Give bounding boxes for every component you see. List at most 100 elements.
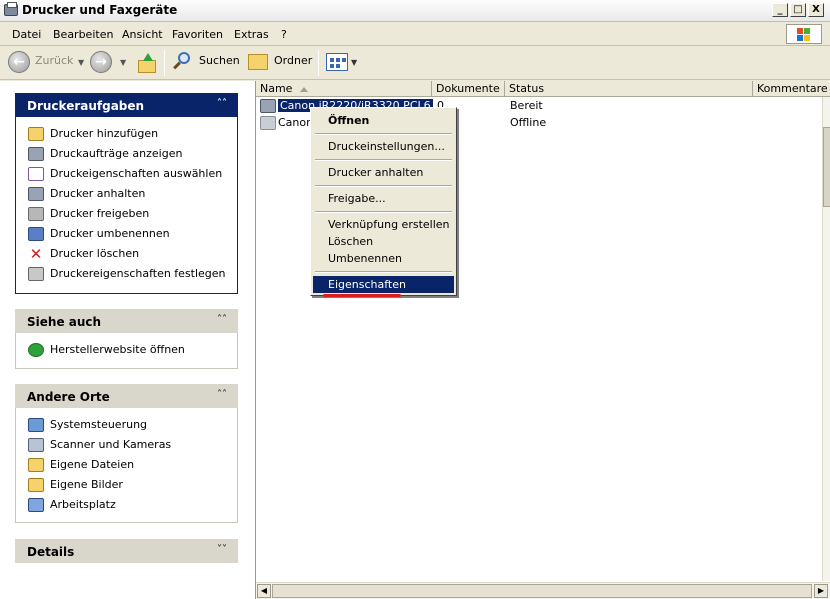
forward-dropdown-icon[interactable]: ▼ <box>120 58 126 67</box>
details-header[interactable]: Details ˅˅ <box>15 539 238 563</box>
place-control-panel[interactable]: Systemsteuerung <box>28 416 147 434</box>
printer-row[interactable]: Canon <box>260 115 313 131</box>
printer-status: Bereit <box>510 99 543 112</box>
menu-ansicht[interactable]: Ansicht <box>122 28 163 41</box>
other-places-header[interactable]: Andere Orte ˄˄ <box>15 384 238 408</box>
scroll-thumb[interactable] <box>272 584 812 598</box>
task-printer-properties[interactable]: Druckereigenschaften festlegen <box>28 265 226 283</box>
menu-rename[interactable]: Umbenennen <box>313 250 454 267</box>
collapse-chevron-icon[interactable]: ˄˄ <box>214 97 230 113</box>
expand-chevron-icon[interactable]: ˅˅ <box>214 543 230 559</box>
place-scanners-cameras[interactable]: Scanner und Kameras <box>28 436 171 454</box>
back-arrow-icon[interactable]: ← <box>8 51 30 73</box>
printer-name: Canon <box>278 116 314 129</box>
my-computer-icon <box>28 498 44 512</box>
toolbar-separator <box>318 50 319 76</box>
website-icon <box>28 343 44 357</box>
task-label: Herstellerwebsite öffnen <box>50 343 185 356</box>
views-icon[interactable] <box>326 53 348 71</box>
task-label: Drucker freigeben <box>50 207 150 220</box>
control-panel-icon <box>28 418 44 432</box>
menu-extras[interactable]: Extras <box>234 28 269 41</box>
menu-favoriten[interactable]: Favoriten <box>172 28 223 41</box>
task-open-manufacturer-website[interactable]: Herstellerwebsite öffnen <box>28 341 185 359</box>
toolbar-separator <box>164 50 165 76</box>
collapse-chevron-icon[interactable]: ˄˄ <box>214 388 230 404</box>
search-icon[interactable] <box>172 52 192 72</box>
menu-help[interactable]: ? <box>281 28 287 41</box>
column-header-comments[interactable]: Kommentare <box>753 81 830 97</box>
my-documents-icon <box>28 458 44 472</box>
column-header-status[interactable]: Status <box>505 81 753 97</box>
horizontal-scrollbar[interactable]: ◀ ▶ <box>256 582 830 599</box>
task-add-printer[interactable]: Drucker hinzufügen <box>28 125 158 143</box>
task-label: Drucker umbenennen <box>50 227 170 240</box>
delete-icon: ✕ <box>29 245 43 263</box>
search-button[interactable]: Suchen <box>199 54 240 67</box>
place-my-documents[interactable]: Eigene Dateien <box>28 456 134 474</box>
folders-button[interactable]: Ordner <box>274 54 312 67</box>
close-button[interactable]: X <box>808 3 824 17</box>
menu-open[interactable]: Öffnen <box>313 112 454 129</box>
menu-separator <box>315 185 452 187</box>
printer-icon <box>260 99 276 113</box>
forward-arrow-icon[interactable]: → <box>90 51 112 73</box>
back-dropdown-icon[interactable]: ▼ <box>78 58 84 67</box>
menu-properties[interactable]: Eigenschaften <box>313 276 454 293</box>
task-pause-printer[interactable]: Drucker anhalten <box>28 185 145 203</box>
place-my-computer[interactable]: Arbeitsplatz <box>28 496 116 514</box>
print-preferences-icon <box>28 167 44 181</box>
menu-separator <box>315 271 452 273</box>
place-label: Arbeitsplatz <box>50 498 116 511</box>
menu-datei[interactable]: Datei <box>12 28 41 41</box>
rename-printer-icon <box>28 227 44 241</box>
print-jobs-icon <box>28 147 44 161</box>
add-printer-icon <box>28 127 44 141</box>
scroll-left-icon[interactable]: ◀ <box>257 584 271 598</box>
task-label: Druckaufträge anzeigen <box>50 147 183 160</box>
scroll-thumb[interactable] <box>823 127 830 207</box>
menu-separator <box>315 133 452 135</box>
folder-up-icon[interactable] <box>136 52 158 74</box>
collapse-chevron-icon[interactable]: ˄˄ <box>214 313 230 329</box>
menu-create-shortcut[interactable]: Verknüpfung erstellen <box>313 216 454 233</box>
place-label: Systemsteuerung <box>50 418 148 431</box>
column-header-documents[interactable]: Dokumente <box>432 81 505 97</box>
column-header-name[interactable]: Name <box>256 81 432 97</box>
menu-delete[interactable]: Löschen <box>313 233 454 250</box>
task-rename-printer[interactable]: Drucker umbenennen <box>28 225 170 243</box>
printer-tasks-header[interactable]: Druckeraufgaben ˄˄ <box>15 93 238 117</box>
column-label: Name <box>260 82 293 95</box>
toolbar: ← Zurück ▼ → ▼ Suchen Ordner ▼ <box>0 46 830 80</box>
menu-separator <box>315 159 452 161</box>
menu-bar: Datei Bearbeiten Ansicht Favoriten Extra… <box>0 22 830 46</box>
vertical-scrollbar[interactable] <box>822 97 830 581</box>
folders-icon[interactable] <box>248 54 268 70</box>
task-share-printer[interactable]: Drucker freigeben <box>28 205 149 223</box>
task-delete-printer[interactable]: ✕ Drucker löschen <box>28 245 139 263</box>
menu-sharing[interactable]: Freigabe... <box>313 190 454 207</box>
menu-printing-preferences[interactable]: Druckeinstellungen... <box>313 138 454 155</box>
details-title: Details <box>27 545 75 559</box>
task-print-preferences[interactable]: Druckeigenschaften auswählen <box>28 165 222 183</box>
see-also-panel: Herstellerwebsite öffnen <box>15 333 238 369</box>
menu-pause-printing[interactable]: Drucker anhalten <box>313 164 454 181</box>
see-also-title: Siehe auch <box>27 315 102 329</box>
list-body <box>432 97 752 581</box>
minimize-button[interactable]: _ <box>772 3 788 17</box>
views-dropdown-icon[interactable]: ▼ <box>351 58 357 67</box>
maximize-button[interactable]: □ <box>790 3 806 17</box>
window-title: Drucker und Faxgeräte <box>22 3 178 17</box>
pause-printer-icon <box>28 187 44 201</box>
scroll-right-icon[interactable]: ▶ <box>814 584 828 598</box>
task-label: Drucker löschen <box>50 247 140 260</box>
printer-tasks-title: Druckeraufgaben <box>27 99 145 113</box>
sort-ascending-icon <box>300 86 309 92</box>
menu-bearbeiten[interactable]: Bearbeiten <box>53 28 113 41</box>
windows-logo-icon <box>786 24 822 44</box>
share-printer-icon <box>28 207 44 221</box>
place-my-pictures[interactable]: Eigene Bilder <box>28 476 123 494</box>
back-button[interactable]: Zurück <box>35 54 73 67</box>
task-show-print-jobs[interactable]: Druckaufträge anzeigen <box>28 145 182 163</box>
see-also-header[interactable]: Siehe auch ˄˄ <box>15 309 238 333</box>
